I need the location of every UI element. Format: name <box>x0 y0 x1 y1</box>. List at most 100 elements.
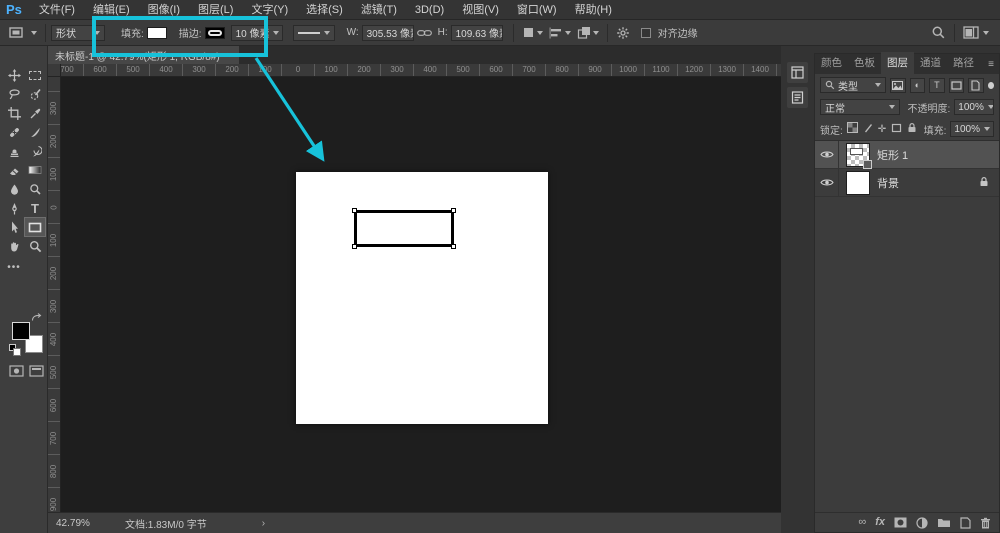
new-group-folder-icon[interactable] <box>937 517 951 528</box>
stroke-width-field[interactable]: 10 像素 <box>231 25 283 41</box>
align-edges-control[interactable]: 对齐边缘 <box>641 25 701 40</box>
tab-layers[interactable]: 图层 <box>881 52 914 74</box>
visibility-eye-icon[interactable] <box>815 169 839 196</box>
rectangle-tool-selected[interactable] <box>25 218 45 236</box>
crop-tool[interactable] <box>4 104 24 122</box>
brush-tool[interactable] <box>25 123 45 141</box>
layer-name[interactable]: 矩形 1 <box>877 147 908 163</box>
tab-paths[interactable]: 路径 <box>947 52 980 74</box>
layer-style-fx-icon[interactable]: fx <box>875 517 885 528</box>
quick-selection-tool[interactable] <box>25 85 45 103</box>
blend-mode-select[interactable]: 正常 <box>820 99 900 115</box>
rectangle-shape[interactable] <box>354 210 454 247</box>
zoom-level-field[interactable]: 42.79% <box>48 518 103 529</box>
menu-item[interactable]: 滤镜(T) <box>352 0 406 20</box>
tool-preset-icon[interactable] <box>6 23 40 43</box>
history-brush-tool[interactable] <box>25 142 45 160</box>
layer-row-background[interactable]: 背景 <box>815 169 999 197</box>
menu-item[interactable]: 图层(L) <box>189 0 242 20</box>
lock-transparent-pixels-icon[interactable] <box>847 122 858 136</box>
hand-tool[interactable] <box>4 237 24 255</box>
blur-tool[interactable] <box>4 180 24 198</box>
collapsed-panel-history-icon[interactable] <box>787 62 808 83</box>
add-layer-mask-icon[interactable] <box>894 517 907 528</box>
quick-mask-icon[interactable] <box>6 362 26 380</box>
lasso-tool[interactable] <box>4 85 24 103</box>
lock-all-icon[interactable] <box>907 122 917 136</box>
path-arrangement-icon[interactable] <box>574 23 602 43</box>
ruler-vertical[interactable]: 3002001000100200300400500600700800900100… <box>48 77 61 512</box>
stroke-color-swatch[interactable] <box>205 27 225 39</box>
collapsed-panel-properties-icon[interactable] <box>787 87 808 108</box>
filter-type-select[interactable]: 类型 <box>820 77 886 93</box>
filter-adjustment-layers-icon[interactable]: ◐ <box>910 78 926 93</box>
menu-item[interactable]: 3D(D) <box>406 0 453 20</box>
layer-row-rectangle[interactable]: 矩形 1 <box>815 141 999 169</box>
pen-tool[interactable] <box>4 199 24 217</box>
edit-toolbar-ellipsis-icon[interactable]: ••• <box>4 258 24 276</box>
menu-item[interactable]: 窗口(W) <box>508 0 566 20</box>
menu-item[interactable]: 视图(V) <box>453 0 508 20</box>
swap-colors-icon[interactable] <box>31 313 42 326</box>
document-tab[interactable]: 未标题-1 @ 42.79%(矩形 1, RGB/8#) × <box>48 46 239 64</box>
opacity-field[interactable]: 100% <box>954 99 994 115</box>
align-edges-checkbox[interactable] <box>641 28 651 38</box>
search-icon[interactable] <box>928 23 949 43</box>
menu-item[interactable]: 文字(Y) <box>242 0 297 20</box>
spot-healing-brush-tool[interactable] <box>4 123 24 141</box>
adjustment-layer-icon[interactable] <box>916 517 928 529</box>
document-canvas[interactable] <box>296 172 548 424</box>
gear-icon[interactable] <box>613 23 633 43</box>
tab-close-icon[interactable]: × <box>227 50 232 60</box>
menu-item[interactable]: 文件(F) <box>30 0 84 20</box>
link-layers-icon[interactable]: ∞ <box>858 517 866 528</box>
ruler-horizontal[interactable]: 7006005004003002001000100200300400500600… <box>48 64 781 77</box>
rectangular-marquee-tool[interactable] <box>25 66 45 84</box>
menu-item[interactable]: 编辑(E) <box>84 0 139 20</box>
link-dimensions-icon[interactable] <box>414 23 435 43</box>
tab-color[interactable]: 颜色 <box>815 52 848 74</box>
type-tool[interactable]: T <box>25 199 45 217</box>
panel-menu-icon[interactable]: ≡ <box>983 59 999 74</box>
height-field[interactable]: 109.63 像素 <box>451 25 503 41</box>
path-selection-tool[interactable] <box>4 218 24 236</box>
layer-name[interactable]: 背景 <box>877 175 899 191</box>
stroke-style-select[interactable] <box>293 25 335 41</box>
fill-opacity-field[interactable]: 100% <box>950 121 994 137</box>
filter-smart-objects-icon[interactable] <box>968 78 984 93</box>
filter-pixel-layers-icon[interactable] <box>890 78 906 93</box>
layer-thumbnail[interactable] <box>846 143 870 167</box>
filter-shape-layers-icon[interactable] <box>949 78 965 93</box>
zoom-tool[interactable] <box>25 237 45 255</box>
visibility-eye-icon[interactable] <box>815 141 839 168</box>
dodge-tool[interactable] <box>25 180 45 198</box>
path-alignment-icon[interactable] <box>546 23 574 43</box>
gradient-tool[interactable] <box>25 161 45 179</box>
anchor-handle[interactable] <box>451 244 456 249</box>
eyedropper-tool[interactable] <box>25 104 45 122</box>
workspace-switcher-icon[interactable] <box>960 23 992 43</box>
anchor-handle[interactable] <box>451 208 456 213</box>
menu-item[interactable]: 帮助(H) <box>566 0 621 20</box>
status-chevron-icon[interactable]: › <box>262 518 265 529</box>
eraser-tool[interactable] <box>4 161 24 179</box>
fill-color-swatch[interactable] <box>147 27 167 39</box>
layer-thumbnail[interactable] <box>846 171 870 195</box>
lock-position-icon[interactable]: ✛ <box>878 124 886 135</box>
move-tool[interactable] <box>4 66 24 84</box>
tab-swatches[interactable]: 色板 <box>848 52 881 74</box>
lock-artboard-icon[interactable] <box>891 123 902 136</box>
menu-item[interactable]: 选择(S) <box>297 0 352 20</box>
delete-layer-trash-icon[interactable] <box>980 517 991 529</box>
screen-mode-icon[interactable] <box>26 362 46 380</box>
anchor-handle[interactable] <box>352 244 357 249</box>
anchor-handle[interactable] <box>352 208 357 213</box>
lock-image-pixels-icon[interactable] <box>863 122 873 136</box>
default-colors-icon[interactable] <box>9 344 16 351</box>
canvas-area[interactable]: 7006005004003002001000100200300400500600… <box>48 64 781 512</box>
filter-toggle-icon[interactable] <box>988 82 994 89</box>
foreground-color-swatch[interactable] <box>12 322 30 340</box>
tab-channels[interactable]: 通道 <box>914 52 947 74</box>
menu-item[interactable]: 图像(I) <box>139 0 189 20</box>
width-field[interactable]: 305.53 像素 <box>362 25 414 41</box>
